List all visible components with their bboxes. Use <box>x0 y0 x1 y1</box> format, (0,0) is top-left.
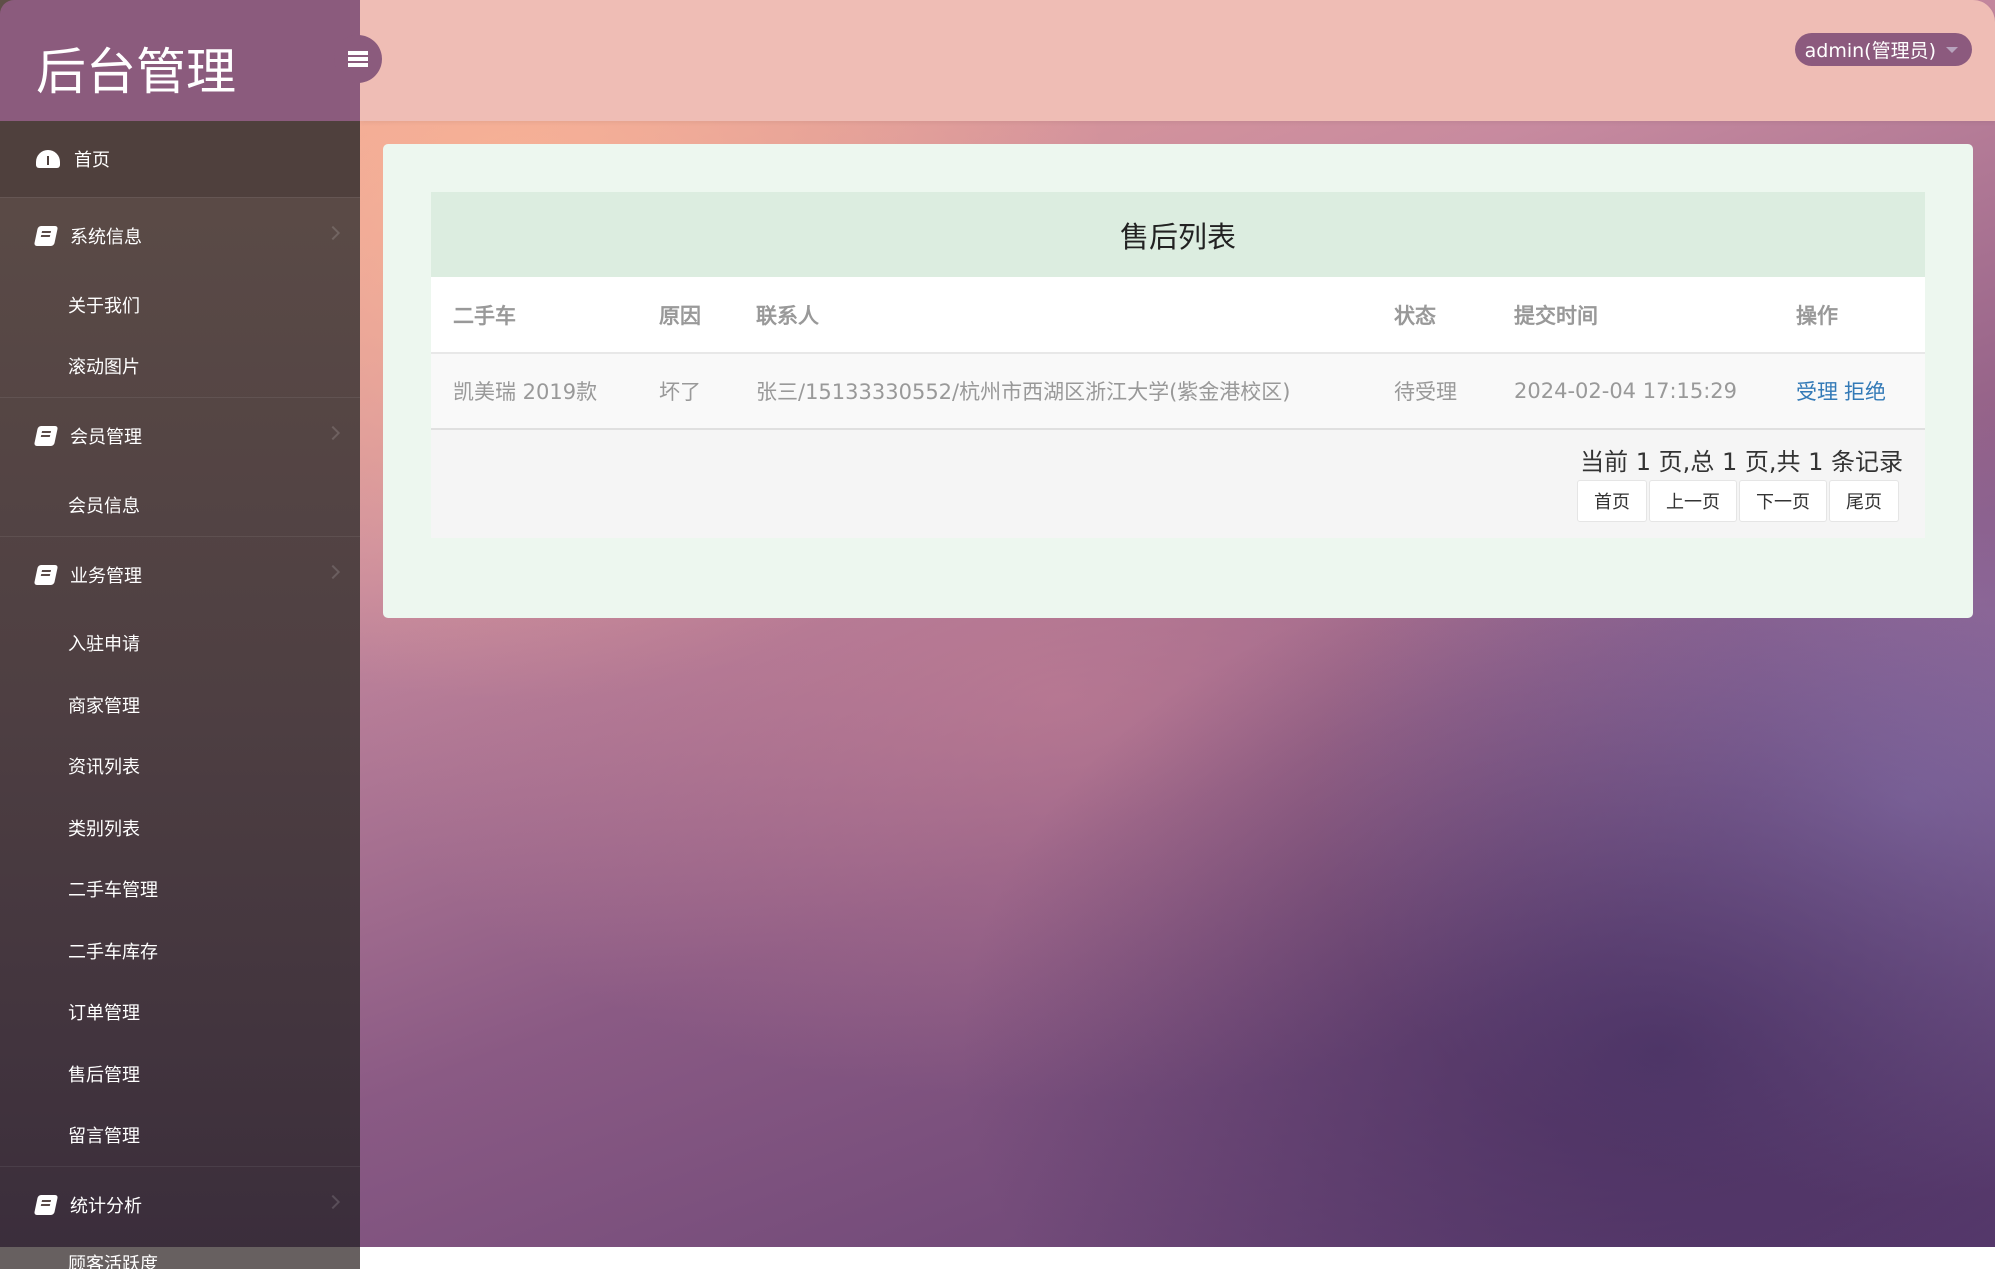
after-sales-table: 售后列表 二手车 原因 联系人 状态 提交时间 操作 凯美瑞 2019款 坏了 … <box>431 192 1925 538</box>
pagination-buttons: 首页 上一页 下一页 尾页 <box>1577 480 1899 522</box>
cell-reason: 坏了 <box>659 354 701 428</box>
book-icon <box>34 226 58 246</box>
cell-car: 凯美瑞 2019款 <box>453 354 597 428</box>
column-header: 二手车 <box>453 277 516 352</box>
sidebar-item[interactable]: 商家管理 <box>0 674 360 736</box>
chevron-right-icon <box>326 564 340 578</box>
brand-title: 后台管理 <box>36 32 236 104</box>
sidebar-item[interactable]: 订单管理 <box>0 982 360 1044</box>
table-header: 二手车 原因 联系人 状态 提交时间 操作 <box>431 277 1925 352</box>
column-header: 提交时间 <box>1514 277 1598 352</box>
cell-contact: 张三/15133330552/杭州市西湖区浙江大学(紫金港校区) <box>756 354 1291 428</box>
top-bar: admin(管理员) <box>360 0 1995 121</box>
book-icon <box>34 1195 58 1215</box>
sidebar-section-system: 系统信息 关于我们 滚动图片 <box>0 197 360 397</box>
sidebar-section-business: 业务管理 入驻申请 商家管理 资讯列表 类别列表 二手车管理 二手车库存 订单管… <box>0 536 360 1167</box>
sidebar-section-stats: 统计分析 <box>0 1166 360 1243</box>
cell-status: 待受理 <box>1394 354 1457 428</box>
sidebar-section-header[interactable]: 系统信息 <box>0 198 360 274</box>
sidebar-item[interactable]: 顾客活跃度 <box>0 1247 360 1269</box>
sidebar-item[interactable]: 会员信息 <box>0 474 360 536</box>
sidebar-item[interactable]: 留言管理 <box>0 1105 360 1167</box>
user-menu[interactable]: admin(管理员) <box>1795 33 1972 66</box>
section-label: 会员管理 <box>70 423 142 449</box>
sidebar-item-label: 首页 <box>74 146 110 172</box>
accept-link[interactable]: 受理 <box>1796 376 1838 406</box>
chevron-right-icon <box>326 226 340 240</box>
section-label: 统计分析 <box>70 1192 142 1218</box>
menu-toggle-button[interactable] <box>334 35 382 83</box>
column-header: 原因 <box>659 277 701 352</box>
prev-page-button[interactable]: 上一页 <box>1649 480 1737 522</box>
sidebar-item[interactable]: 资讯列表 <box>0 736 360 798</box>
sidebar-item[interactable]: 关于我们 <box>0 274 360 336</box>
chevron-right-icon <box>326 426 340 440</box>
first-page-button[interactable]: 首页 <box>1577 480 1647 522</box>
sidebar-item[interactable]: 二手车库存 <box>0 920 360 982</box>
sidebar-item[interactable]: 类别列表 <box>0 797 360 859</box>
cell-actions: 受理 拒绝 <box>1796 354 1892 428</box>
pagination: 当前 1 页,总 1 页,共 1 条记录 首页 上一页 下一页 尾页 <box>431 430 1925 538</box>
sidebar-item[interactable]: 入驻申请 <box>0 613 360 675</box>
next-page-button[interactable]: 下一页 <box>1739 480 1827 522</box>
sidebar-section-members: 会员管理 会员信息 <box>0 397 360 536</box>
sidebar-item-home[interactable]: 首页 <box>0 121 360 197</box>
column-header: 操作 <box>1796 277 1838 352</box>
book-icon <box>34 565 58 585</box>
caret-down-icon <box>1946 47 1958 53</box>
sidebar-item-after-sales[interactable]: 售后管理 <box>0 1043 360 1105</box>
user-name: admin(管理员) <box>1805 36 1936 63</box>
section-label: 业务管理 <box>70 562 142 588</box>
table-row: 凯美瑞 2019款 坏了 张三/15133330552/杭州市西湖区浙江大学(紫… <box>431 352 1925 430</box>
sidebar-item[interactable]: 二手车管理 <box>0 859 360 921</box>
pagination-info: 当前 1 页,总 1 页,共 1 条记录 <box>1580 442 1903 477</box>
column-header: 联系人 <box>756 277 819 352</box>
section-label: 系统信息 <box>70 223 142 249</box>
cell-time: 2024-02-04 17:15:29 <box>1514 354 1737 428</box>
book-icon <box>34 426 58 446</box>
sidebar-item[interactable]: 滚动图片 <box>0 336 360 398</box>
dashboard-icon <box>36 150 60 168</box>
sidebar-section-header[interactable]: 会员管理 <box>0 398 360 474</box>
sidebar-section-header[interactable]: 业务管理 <box>0 537 360 613</box>
content-panel: 售后列表 二手车 原因 联系人 状态 提交时间 操作 凯美瑞 2019款 坏了 … <box>383 144 1973 618</box>
chevron-right-icon <box>326 1195 340 1209</box>
reject-link[interactable]: 拒绝 <box>1844 376 1886 406</box>
hamburger-icon <box>348 51 368 67</box>
last-page-button[interactable]: 尾页 <box>1829 480 1899 522</box>
column-header: 状态 <box>1394 277 1436 352</box>
sidebar-section-header[interactable]: 统计分析 <box>0 1167 360 1243</box>
page-title: 售后列表 <box>431 192 1925 277</box>
sidebar: 后台管理 首页 系统信息 关于我们 滚动图片 会员管理 会员信息 业务管理 入驻… <box>0 0 360 1269</box>
brand: 后台管理 <box>0 0 360 121</box>
